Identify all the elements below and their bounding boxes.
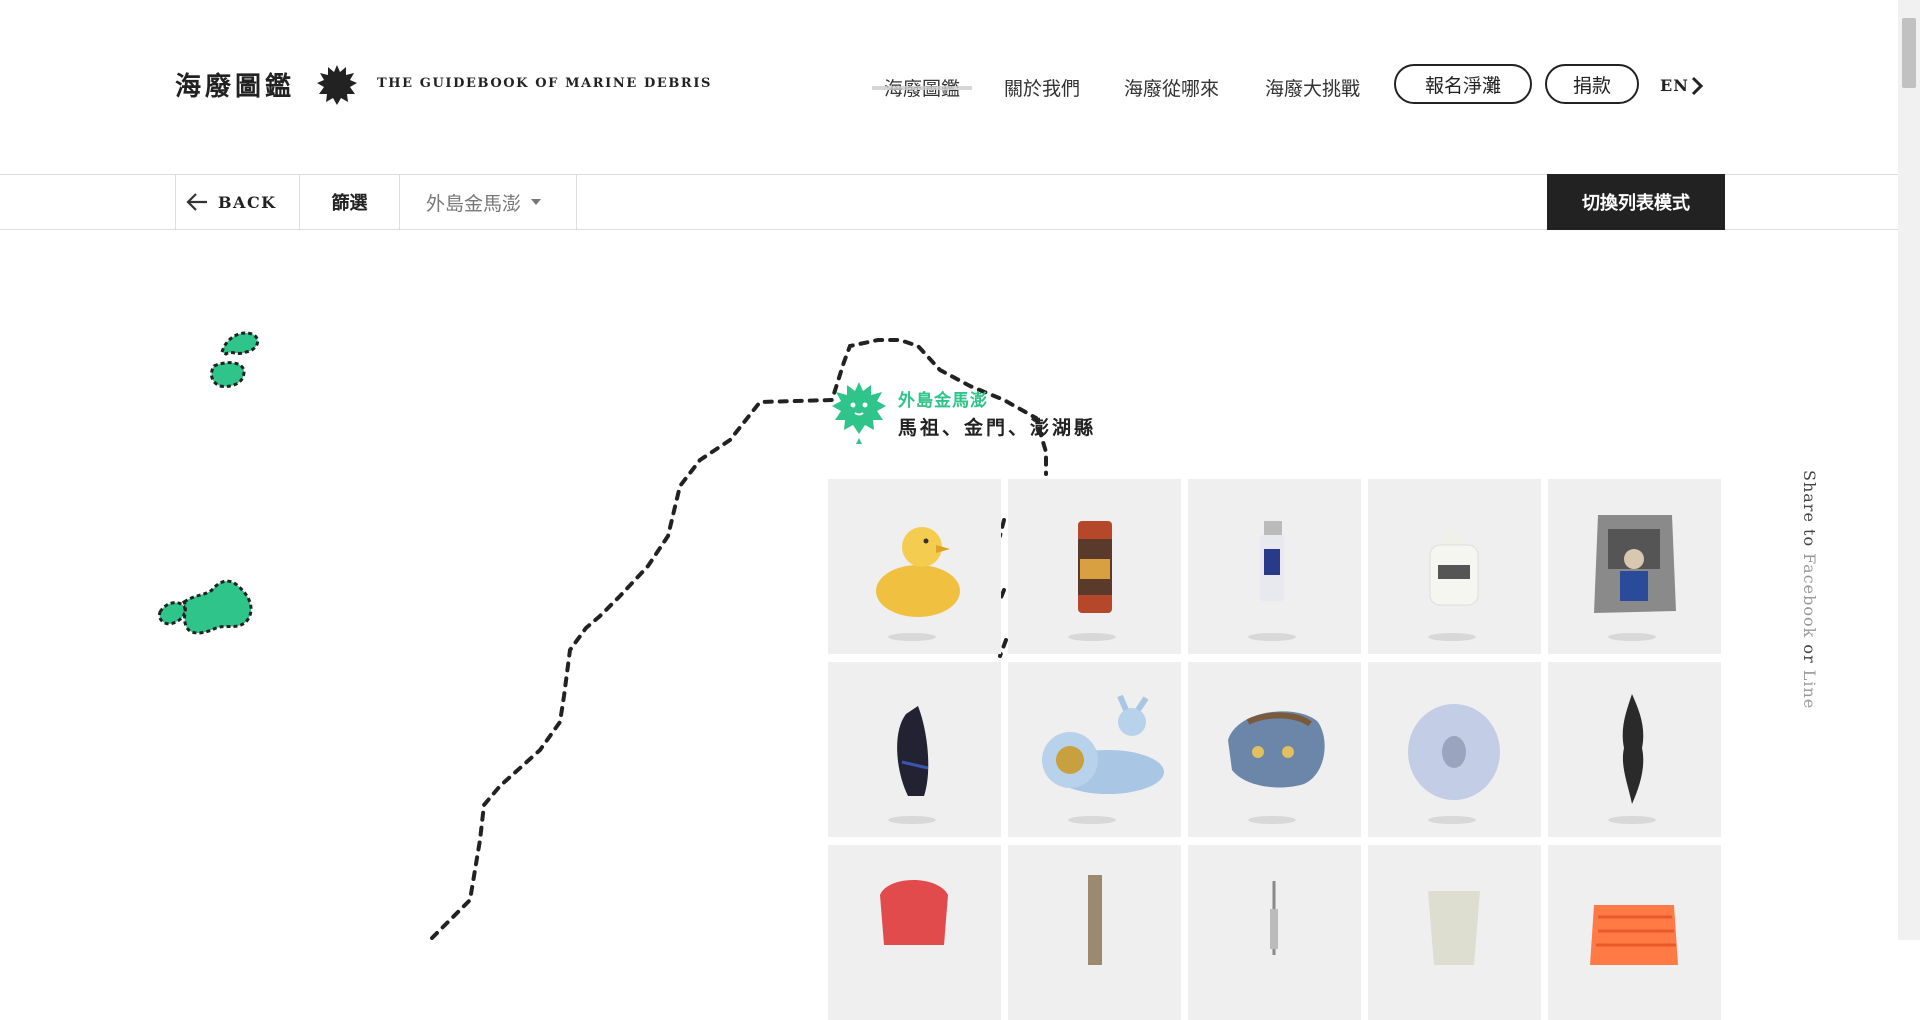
region-select[interactable]: 外島金馬澎 xyxy=(399,175,577,229)
debris-card[interactable] xyxy=(1548,662,1721,837)
nav-debris-origin[interactable]: 海廢從哪來 xyxy=(1124,74,1219,101)
debris-card[interactable] xyxy=(1368,845,1541,1020)
back-label: BACK xyxy=(218,192,277,212)
page-scrollbar[interactable] xyxy=(1898,0,1920,940)
site-header: 海廢圖鑑 THE GUIDEBOOK OF MARINE DEBRIS 海廢圖鑑… xyxy=(0,0,1898,174)
bottle-icon xyxy=(1429,531,1479,606)
stick-icon xyxy=(1088,875,1102,965)
kinmen-islands-shape[interactable] xyxy=(158,579,253,635)
register-cleanup-button[interactable]: 報名淨灘 xyxy=(1394,64,1532,104)
debris-card[interactable] xyxy=(1368,479,1541,654)
debris-card[interactable] xyxy=(1188,479,1361,654)
share-prefix: Share to xyxy=(1800,470,1819,554)
scrollbar-thumb[interactable] xyxy=(1902,18,1916,88)
chevron-right-icon[interactable] xyxy=(1690,76,1704,96)
share-facebook-link[interactable]: Facebook xyxy=(1800,553,1819,638)
region-name: 外島金馬澎 xyxy=(898,391,988,411)
spool-icon xyxy=(1408,704,1500,800)
debris-card[interactable] xyxy=(1188,662,1361,837)
rubber-duck-icon xyxy=(876,527,960,617)
syringe-icon xyxy=(1270,881,1278,955)
debris-card[interactable] xyxy=(1548,845,1721,1020)
share-line-link[interactable]: Line xyxy=(1800,670,1819,710)
donate-button[interactable]: 捐款 xyxy=(1545,64,1639,104)
cable-bundle-icon xyxy=(897,706,929,796)
orange-crate-icon xyxy=(1590,905,1678,965)
region-select-value: 外島金馬澎 xyxy=(426,192,522,215)
can-icon xyxy=(1078,521,1112,613)
share-or: or xyxy=(1800,638,1819,670)
black-fragment-icon xyxy=(1622,694,1644,804)
site-logo-text[interactable]: 海廢圖鑑 xyxy=(175,66,295,103)
debris-card[interactable] xyxy=(1188,845,1361,1020)
switch-list-mode-button[interactable]: 切換列表模式 xyxy=(1547,174,1725,230)
site-logo-subtitle: THE GUIDEBOOK OF MARINE DEBRIS xyxy=(377,76,712,91)
sun-logo-icon xyxy=(317,65,357,105)
nav-about[interactable]: 關於我們 xyxy=(1004,74,1080,101)
debris-card[interactable] xyxy=(1008,662,1181,837)
debris-card[interactable] xyxy=(828,479,1001,654)
debris-card[interactable] xyxy=(828,845,1001,1020)
nav-guidebook[interactable]: 海廢圖鑑 xyxy=(871,74,973,101)
snack-bag-icon xyxy=(1594,515,1676,613)
caret-down-icon xyxy=(531,199,542,205)
debris-card[interactable] xyxy=(1008,845,1181,1020)
matsu-islands-shape[interactable] xyxy=(210,331,260,388)
debris-card[interactable] xyxy=(828,662,1001,837)
filter-button[interactable]: 篩選 xyxy=(299,175,399,229)
nav-challenge[interactable]: 海廢大挑戰 xyxy=(1265,74,1360,101)
back-button[interactable]: BACK xyxy=(175,175,299,229)
debris-card[interactable] xyxy=(1008,479,1181,654)
region-areas: 馬祖、金門、澎湖縣 xyxy=(898,417,1097,439)
snail-toy-icon xyxy=(1042,694,1164,794)
cup-icon xyxy=(1428,891,1480,965)
lighter-icon xyxy=(1260,521,1284,601)
debris-card[interactable] xyxy=(1368,662,1541,837)
debris-card[interactable] xyxy=(1548,479,1721,654)
share-links: Share to Facebook or Line xyxy=(1800,470,1819,709)
region-sun-icon xyxy=(832,382,886,444)
arrow-left-icon xyxy=(186,193,207,211)
language-switch[interactable]: EN xyxy=(1660,76,1689,95)
slipper-icon xyxy=(1228,711,1325,788)
red-basket-icon xyxy=(880,880,948,945)
